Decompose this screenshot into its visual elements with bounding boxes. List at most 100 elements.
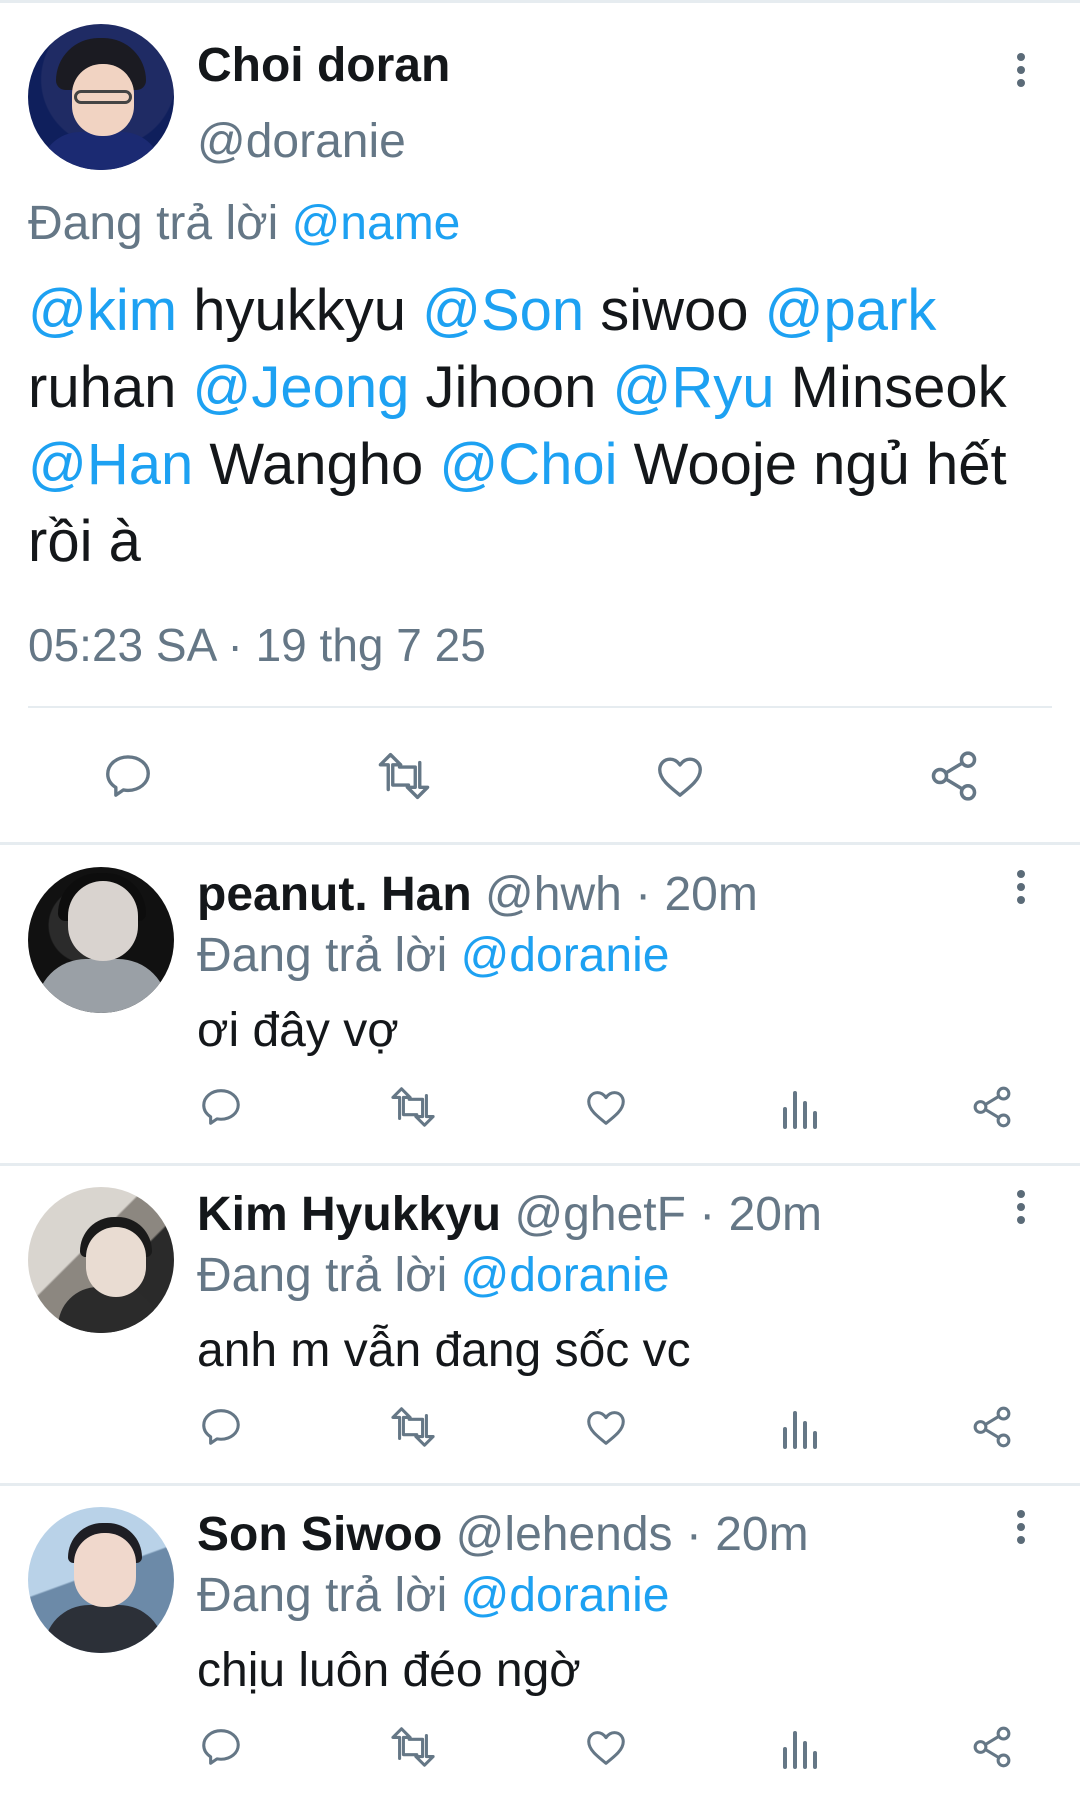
display-name[interactable]: Choi doran [197, 38, 450, 93]
reply-tweet[interactable]: Son Siwoo @lehends · 20m Đang trả lời @do… [0, 1485, 1080, 1803]
relative-time[interactable]: 20m [664, 868, 757, 921]
like-button[interactable] [578, 1717, 634, 1777]
reply-header: peanut. Han @hwh · 20m [197, 867, 758, 922]
speech-bubble-icon [202, 1089, 240, 1125]
share-icon [973, 1406, 1011, 1448]
mention-link[interactable]: @Han [28, 432, 193, 497]
mention-link[interactable]: @kim [28, 278, 177, 343]
more-options-icon[interactable] [1006, 865, 1036, 909]
reply-text: anh m vẫn đang sốc vc [197, 1324, 691, 1377]
retweet-button[interactable] [385, 1397, 441, 1457]
heart-icon [587, 1091, 625, 1125]
reply-button[interactable] [193, 1077, 249, 1137]
reply-tweet[interactable]: peanut. Han @hwh · 20m Đang trả lời @dora… [0, 845, 1080, 1163]
speech-bubble-icon [106, 755, 150, 797]
retweet-button[interactable] [385, 1077, 441, 1137]
like-button[interactable] [578, 1077, 634, 1137]
share-button[interactable] [964, 1717, 1020, 1777]
heart-icon [587, 1411, 625, 1445]
avatar[interactable] [28, 1187, 174, 1333]
replying-to: Đang trả lời @doranie [197, 1248, 669, 1303]
replying-to-mention[interactable]: @doranie [461, 1569, 670, 1622]
action-bar [0, 1397, 1080, 1457]
tweet-timestamp[interactable]: 05:23 SA · 19 thg 7 25 [28, 618, 486, 672]
avatar[interactable] [28, 867, 174, 1013]
more-options-icon[interactable] [1006, 1185, 1036, 1229]
replying-to-mention[interactable]: @doranie [461, 1249, 670, 1302]
replying-to: Đang trả lời @doranie [197, 928, 669, 983]
avatar[interactable] [28, 1507, 174, 1653]
handle[interactable]: @lehends [456, 1508, 673, 1561]
share-button[interactable] [964, 1077, 1020, 1137]
avatar[interactable] [28, 24, 174, 170]
tweet-text-segment: Wangho [193, 432, 440, 497]
reply-header: Son Siwoo @lehends · 20m [197, 1507, 809, 1562]
separator-dot: · [685, 1188, 729, 1241]
tweet-text-segment: siwoo [584, 278, 765, 343]
tweet-text: @kim hyukkyu @Son siwoo @park ruhan @Jeo… [28, 272, 1038, 580]
replying-prefix: Đang trả lời [197, 1569, 461, 1622]
display-name[interactable]: Kim Hyukkyu [197, 1188, 501, 1241]
mention-link[interactable]: @Son [422, 278, 584, 343]
heart-icon [587, 1731, 625, 1765]
tweet-text-segment: Jihoon [409, 355, 613, 420]
views-button[interactable] [771, 1077, 827, 1137]
retweet-icon [391, 1087, 435, 1127]
more-options-icon[interactable] [1006, 48, 1036, 92]
reply-button[interactable] [193, 1717, 249, 1777]
more-options-icon[interactable] [1006, 1505, 1036, 1549]
reply-text: ơi đây vợ [197, 1004, 399, 1057]
replying-to: Đang trả lời @name [28, 196, 460, 251]
share-icon [973, 1086, 1011, 1128]
retweet-icon [391, 1727, 435, 1767]
share-button[interactable] [964, 1397, 1020, 1457]
handle[interactable]: @doranie [197, 114, 406, 169]
replying-prefix: Đang trả lời [197, 929, 461, 982]
reply-header: Kim Hyukkyu @ghetF · 20m [197, 1187, 822, 1242]
action-bar [0, 1077, 1080, 1137]
separator-dot: · [621, 868, 665, 921]
speech-bubble-icon [202, 1409, 240, 1445]
action-bar [0, 1717, 1080, 1777]
retweet-icon [391, 1407, 435, 1447]
tweet-text-segment: ruhan [28, 355, 193, 420]
mention-link[interactable]: @Ryu [613, 355, 775, 420]
handle[interactable]: @ghetF [514, 1188, 685, 1241]
replying-to-mention[interactable]: @name [292, 197, 461, 250]
bar-chart-icon [783, 1411, 817, 1449]
retweet-icon [378, 752, 430, 800]
bar-chart-icon [783, 1731, 817, 1769]
retweet-button[interactable] [372, 746, 436, 806]
replying-prefix: Đang trả lời [28, 197, 292, 250]
handle[interactable]: @hwh [485, 868, 622, 921]
views-button[interactable] [771, 1717, 827, 1777]
views-button[interactable] [771, 1397, 827, 1457]
share-icon [973, 1726, 1011, 1768]
like-button[interactable] [578, 1397, 634, 1457]
display-name[interactable]: peanut. Han [197, 868, 472, 921]
heart-icon [658, 757, 702, 797]
separator-dot: · [672, 1508, 716, 1561]
replying-prefix: Đang trả lời [197, 1249, 461, 1302]
main-tweet: Choi doran @doranie Đang trả lời @name @… [0, 0, 1080, 840]
retweet-button[interactable] [385, 1717, 441, 1777]
relative-time[interactable]: 20m [715, 1508, 808, 1561]
tweet-text-segment: hyukkyu [177, 278, 423, 343]
bar-chart-icon [783, 1091, 817, 1129]
mention-link[interactable]: @Choi [439, 432, 617, 497]
reply-button[interactable] [193, 1397, 249, 1457]
like-button[interactable] [650, 746, 710, 806]
mention-link[interactable]: @Jeong [192, 355, 409, 420]
reply-tweet[interactable]: Kim Hyukkyu @ghetF · 20m Đang trả lời @do… [0, 1165, 1080, 1483]
tweet-text-segment: Minseok [774, 355, 1007, 420]
speech-bubble-icon [202, 1729, 240, 1765]
divider [28, 706, 1052, 708]
reply-button[interactable] [98, 746, 158, 806]
mention-link[interactable]: @park [765, 278, 937, 343]
relative-time[interactable]: 20m [729, 1188, 822, 1241]
replying-to: Đang trả lời @doranie [197, 1568, 669, 1623]
share-button[interactable] [924, 746, 984, 806]
replying-to-mention[interactable]: @doranie [461, 929, 670, 982]
share-icon [931, 751, 977, 801]
display-name[interactable]: Son Siwoo [197, 1508, 442, 1561]
